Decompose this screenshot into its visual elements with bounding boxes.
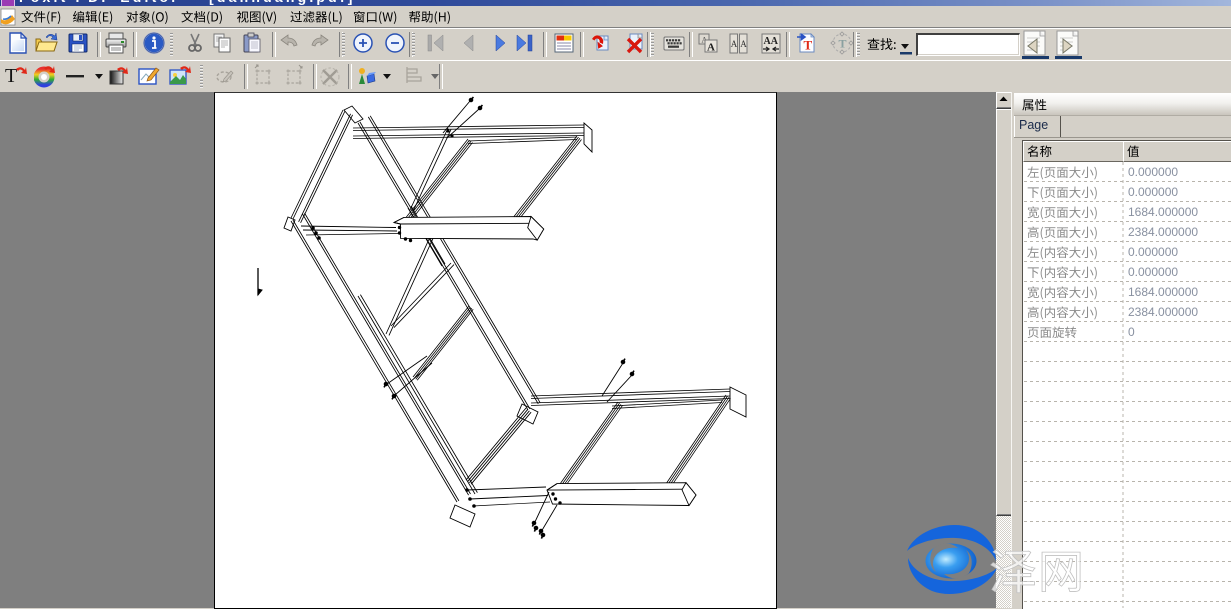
svg-text:0: 0 [1128, 325, 1135, 339]
svg-text:A: A [707, 42, 715, 54]
svg-text:2384.000000: 2384.000000 [1128, 225, 1198, 239]
svg-text:A: A [731, 39, 738, 49]
svg-text:1684.000000: 1684.000000 [1128, 205, 1198, 219]
svg-text:AA: AA [764, 36, 779, 47]
svg-text:0.000000: 0.000000 [1128, 165, 1178, 179]
svg-text:A: A [740, 39, 747, 49]
svg-text:T: T [839, 37, 847, 51]
svg-text:1684.000000: 1684.000000 [1128, 285, 1198, 299]
svg-text:2384.000000: 2384.000000 [1128, 305, 1198, 319]
svg-text:0.000000: 0.000000 [1128, 265, 1178, 279]
svg-text:0.000000: 0.000000 [1128, 245, 1178, 259]
svg-text:T: T [804, 38, 813, 53]
svg-text:T: T [5, 65, 17, 87]
svg-text:0.000000: 0.000000 [1128, 185, 1178, 199]
